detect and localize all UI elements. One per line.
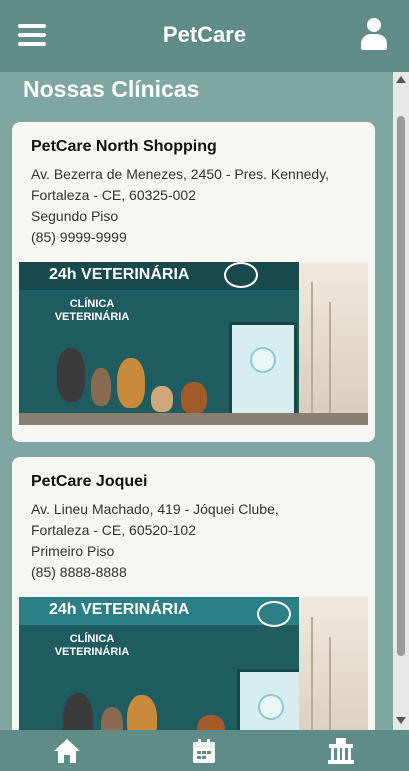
clinic-address-line1: Av. Lineu Machado, 419 - Jóquei Clube,: [31, 501, 279, 517]
clinic-photo: 24h VETERINÁRIA CLÍNICA VETERINÁRIA: [19, 262, 368, 425]
corridor-line: [329, 637, 331, 730]
photo-clinic-sign: CLÍNICA VETERINÁRIA: [54, 633, 130, 658]
scroll-thumb[interactable]: [397, 116, 405, 656]
beagle-image: [181, 382, 207, 414]
home-icon[interactable]: [52, 737, 82, 765]
corridor-line: [329, 302, 331, 422]
clinic-photo: 24h VETERINÁRIA CLÍNICA VETERINÁRIA: [19, 597, 368, 730]
scroll-up-arrow-icon[interactable]: [396, 76, 406, 83]
door-cross-icon: [250, 347, 276, 373]
clinic-phone: (85) 9999-9999: [31, 229, 127, 245]
clinic-icon[interactable]: [326, 737, 356, 765]
golden-retriever-image: [127, 695, 157, 730]
clinic-details: Av. Bezerra de Menezes, 2450 - Pres. Ken…: [31, 164, 361, 248]
pug-image: [151, 386, 173, 412]
clinic-floor: Segundo Piso: [31, 208, 119, 224]
clinic-address-line2: Fortaleza - CE, 60520-102: [31, 522, 196, 538]
golden-retriever-image: [117, 358, 145, 408]
mall-corridor: [299, 597, 368, 730]
user-profile-icon[interactable]: [361, 18, 387, 52]
clinic-card[interactable]: PetCare Joquei Av. Lineu Machado, 419 - …: [12, 457, 375, 730]
app-title: PetCare: [162, 22, 247, 47]
cat-image: [91, 368, 111, 406]
clinic-door: [229, 322, 297, 425]
photo-clinic-sign: CLÍNICA VETERINÁRIA: [54, 298, 130, 323]
top-app-bar: PetCare: [0, 0, 409, 72]
clinic-address-line1: Av. Bezerra de Menezes, 2450 - Pres. Ken…: [31, 166, 330, 182]
clinic-name: PetCare Joquei: [31, 473, 148, 490]
door-cross-icon: [258, 694, 284, 720]
clinic-phone: (85) 8888-8888: [31, 564, 127, 580]
clinic-floor: Primeiro Piso: [31, 543, 115, 559]
bottom-navigation: [0, 730, 409, 771]
medical-cross-icon: [257, 601, 291, 627]
mall-corridor: [299, 262, 368, 425]
corridor-line: [311, 617, 313, 730]
page-heading: Nossas Clínicas: [23, 76, 200, 102]
clinic-door: [237, 669, 305, 730]
cat-image: [101, 707, 123, 730]
clinic-details: Av. Lineu Machado, 419 - Jóquei Clube, F…: [31, 499, 361, 583]
medical-cross-icon: [224, 262, 258, 288]
corridor-line: [311, 282, 313, 422]
photo-banner-text: 24h VETERINÁRIA: [49, 601, 190, 618]
clinic-name: PetCare North Shopping: [31, 138, 217, 155]
clinic-address-line2: Fortaleza - CE, 60325-002: [31, 187, 196, 203]
clinics-list[interactable]: Nossas Clínicas PetCare North Shopping A…: [0, 72, 392, 730]
beagle-image: [197, 715, 225, 730]
floor: [19, 413, 368, 425]
husky-image: [63, 693, 93, 730]
photo-banner-text: 24h VETERINÁRIA: [49, 266, 190, 283]
clinic-card[interactable]: PetCare North Shopping Av. Bezerra de Me…: [12, 122, 375, 442]
scroll-down-arrow-icon[interactable]: [396, 717, 406, 724]
calendar-icon[interactable]: [189, 737, 219, 765]
vertical-scrollbar[interactable]: [393, 72, 409, 730]
husky-image: [57, 348, 85, 402]
